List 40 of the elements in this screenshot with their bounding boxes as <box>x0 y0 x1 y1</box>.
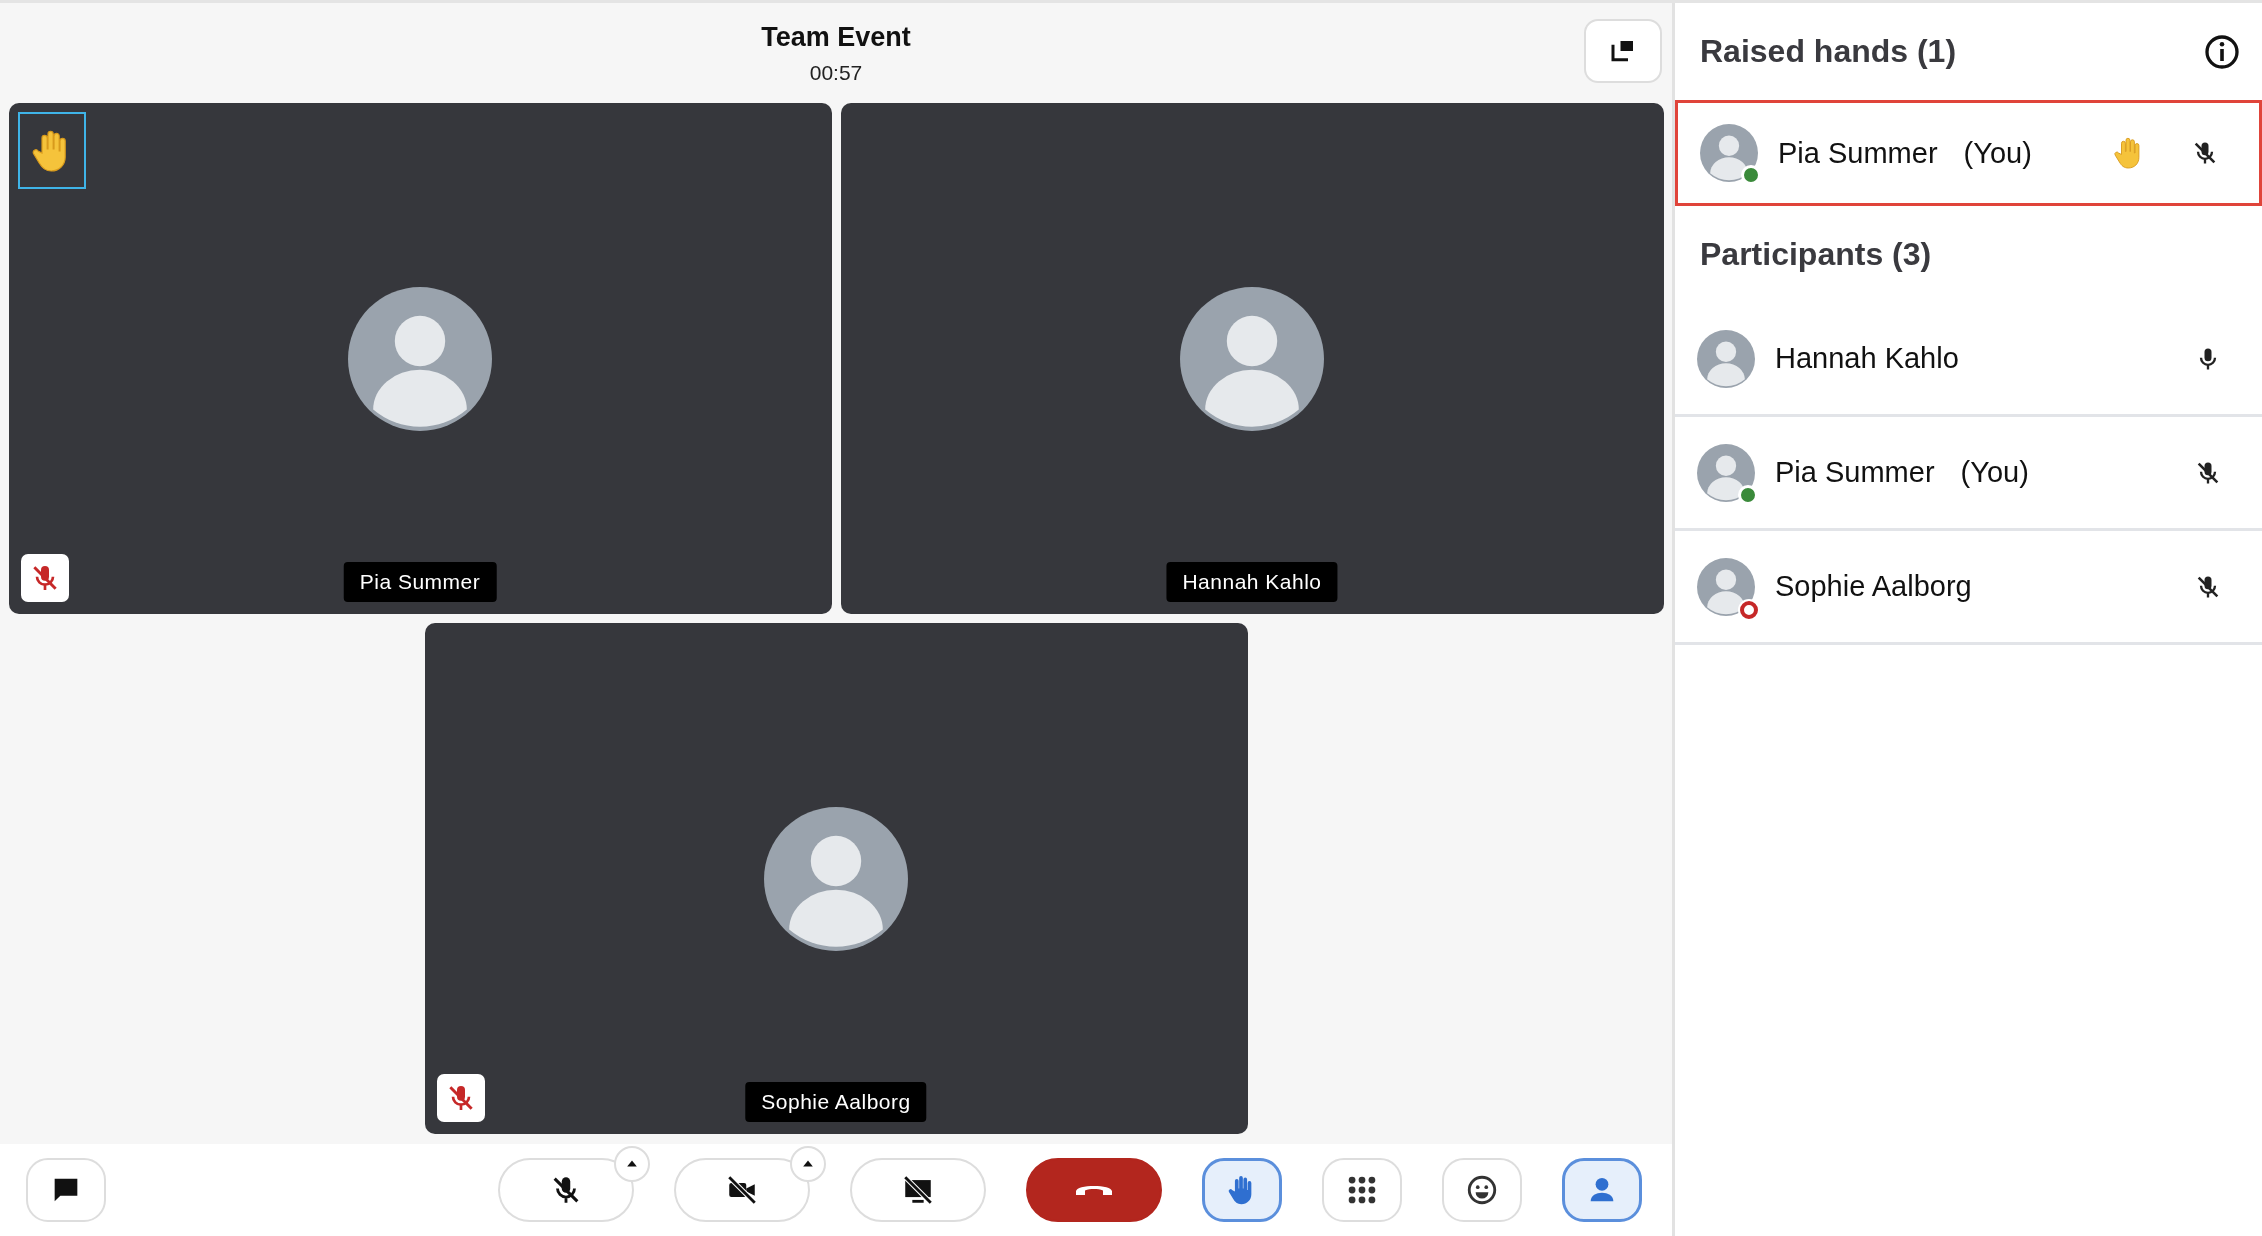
hand-button[interactable] <box>1202 1158 1282 1222</box>
avatar-icon <box>1697 329 1755 388</box>
mic-button[interactable] <box>498 1158 634 1222</box>
participant-row[interactable]: Pia Summer (You) <box>1675 417 2262 531</box>
section-title: Participants (3) <box>1700 236 1932 273</box>
avatar-icon <box>764 806 908 951</box>
emoji-button[interactable] <box>1442 1158 1522 1222</box>
chat-button[interactable] <box>26 1158 106 1222</box>
hang-up-icon <box>1076 1185 1112 1195</box>
info-icon[interactable] <box>2204 33 2240 70</box>
participant-row[interactable]: Sophie Aalborg <box>1675 531 2262 645</box>
avatar-icon <box>1700 124 1758 182</box>
options-caret-button[interactable] <box>790 1146 826 1182</box>
participant-name: Pia Summer <box>1775 456 1935 489</box>
smiley-icon <box>1465 1173 1499 1207</box>
participant-name-label: Hannah Kahlo <box>1166 562 1338 602</box>
avatar-icon <box>1180 286 1324 431</box>
participant-name: Pia Summer <box>1778 136 1938 170</box>
call-timer: 00:57 <box>809 60 863 85</box>
meeting-title: Team Event <box>761 21 911 53</box>
avatar-icon <box>1697 557 1755 616</box>
section-title: Raised hands (1) <box>1700 33 1957 70</box>
screen-share-off-icon <box>901 1173 935 1207</box>
participant-row[interactable]: Hannah Kahlo <box>1675 303 2262 417</box>
camera-off-icon <box>725 1173 759 1207</box>
camera-button[interactable] <box>674 1158 810 1222</box>
you-label: (You) <box>1963 136 2032 170</box>
hangup-button[interactable] <box>1026 1158 1162 1222</box>
avatar-icon <box>348 286 492 431</box>
pop-out-button[interactable] <box>1584 19 1662 83</box>
participant-name: Hannah Kahlo <box>1775 342 1959 375</box>
participant-name-label: Sophie Aalborg <box>745 1082 927 1122</box>
participant-name: Sophie Aalborg <box>1775 570 1972 603</box>
participant-name-label: Pia Summer <box>343 562 497 602</box>
dialpad-button[interactable] <box>1322 1158 1402 1222</box>
you-label: (You) <box>1960 456 2029 489</box>
participant-row[interactable]: Pia Summer (You) <box>1675 100 2262 206</box>
participants-button[interactable] <box>1562 1158 1642 1222</box>
avatar-icon <box>1697 443 1755 502</box>
options-caret-button[interactable] <box>614 1146 650 1182</box>
